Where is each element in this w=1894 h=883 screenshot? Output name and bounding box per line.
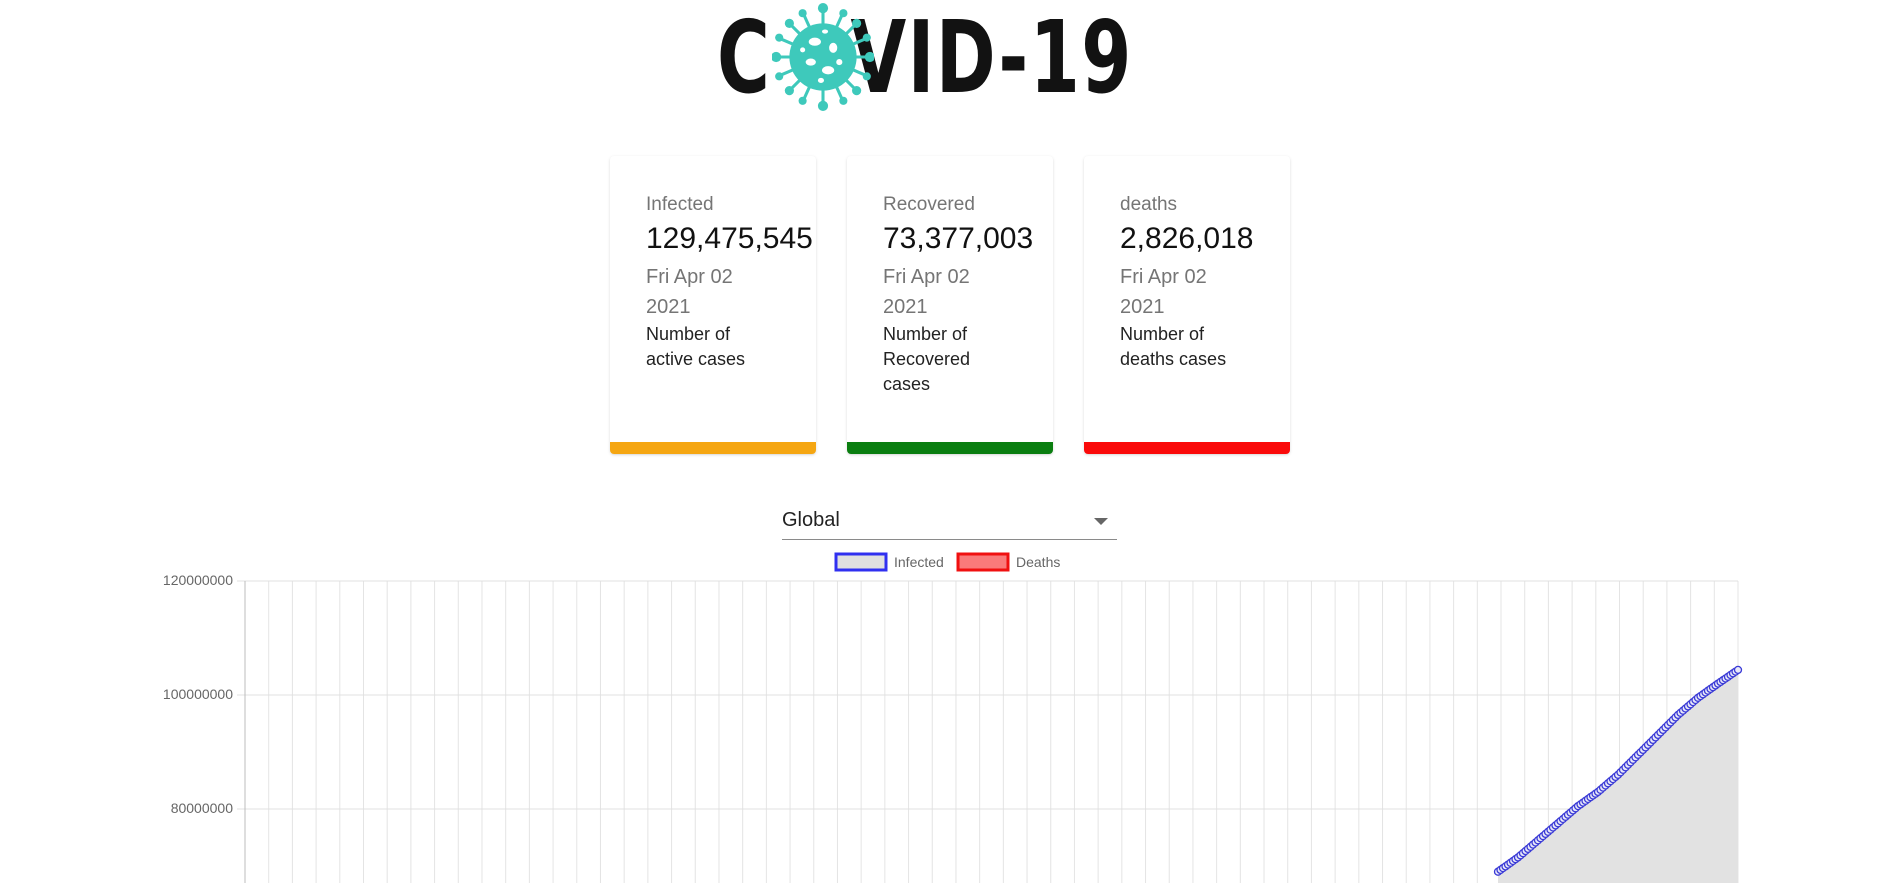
card-label: Infected [646, 194, 714, 215]
legend-label-deaths: Deaths [1016, 554, 1060, 570]
card-value: 73,377,003 [883, 221, 1034, 255]
card-value: 129,475,545 [646, 221, 813, 255]
infected-card: Infected 129,475,545 Fri Apr 02 2021 Num… [610, 156, 816, 454]
card-label: Recovered [883, 194, 975, 215]
card-color-bar [847, 442, 1053, 454]
card-color-bar [610, 442, 816, 454]
chart-grid [237, 580, 1739, 883]
legend-swatch-deaths [956, 552, 1010, 572]
logo-text-vid19: VID-19 [850, 0, 1133, 116]
virus-icon [772, 3, 874, 111]
infected-data-point [1733, 665, 1743, 675]
deaths-card: deaths 2,826,018 Fri Apr 02 2021 Number … [1084, 156, 1290, 454]
card-date: Fri Apr 02 2021 [646, 266, 733, 319]
card-description: Number of Recovered cases [883, 324, 971, 395]
legend-label-infected: Infected [894, 554, 944, 570]
y-tick-label: 120000000 [163, 572, 233, 588]
card-color-bar [1084, 442, 1290, 454]
cases-line-chart: 120000000 100000000 80000000 Infected Death… [163, 552, 1743, 883]
card-date: Fri Apr 02 2021 [1120, 266, 1207, 319]
legend-swatch-infected [834, 552, 888, 572]
y-tick-label: 80000000 [171, 800, 234, 816]
card-value: 2,826,018 [1120, 221, 1254, 255]
card-description: Number of active cases [646, 324, 746, 370]
logo-text-c: C [717, 0, 772, 116]
chart-legend: Infected Deaths [834, 552, 1060, 572]
stats-cards: Infected 129,475,545 Fri Apr 02 2021 Num… [610, 156, 1290, 454]
chart-y-axis: 120000000 100000000 80000000 [163, 572, 246, 883]
recovered-card: Recovered 73,377,003 Fri Apr 02 2021 Num… [847, 156, 1053, 454]
card-description: Number of deaths cases [1120, 324, 1227, 370]
country-select[interactable]: Global [782, 500, 1117, 540]
card-label: deaths [1120, 194, 1178, 215]
card-date: Fri Apr 02 2021 [883, 266, 970, 319]
country-select-value: Global [782, 509, 840, 531]
chevron-down-icon [1094, 518, 1108, 525]
y-tick-label: 100000000 [163, 686, 233, 702]
